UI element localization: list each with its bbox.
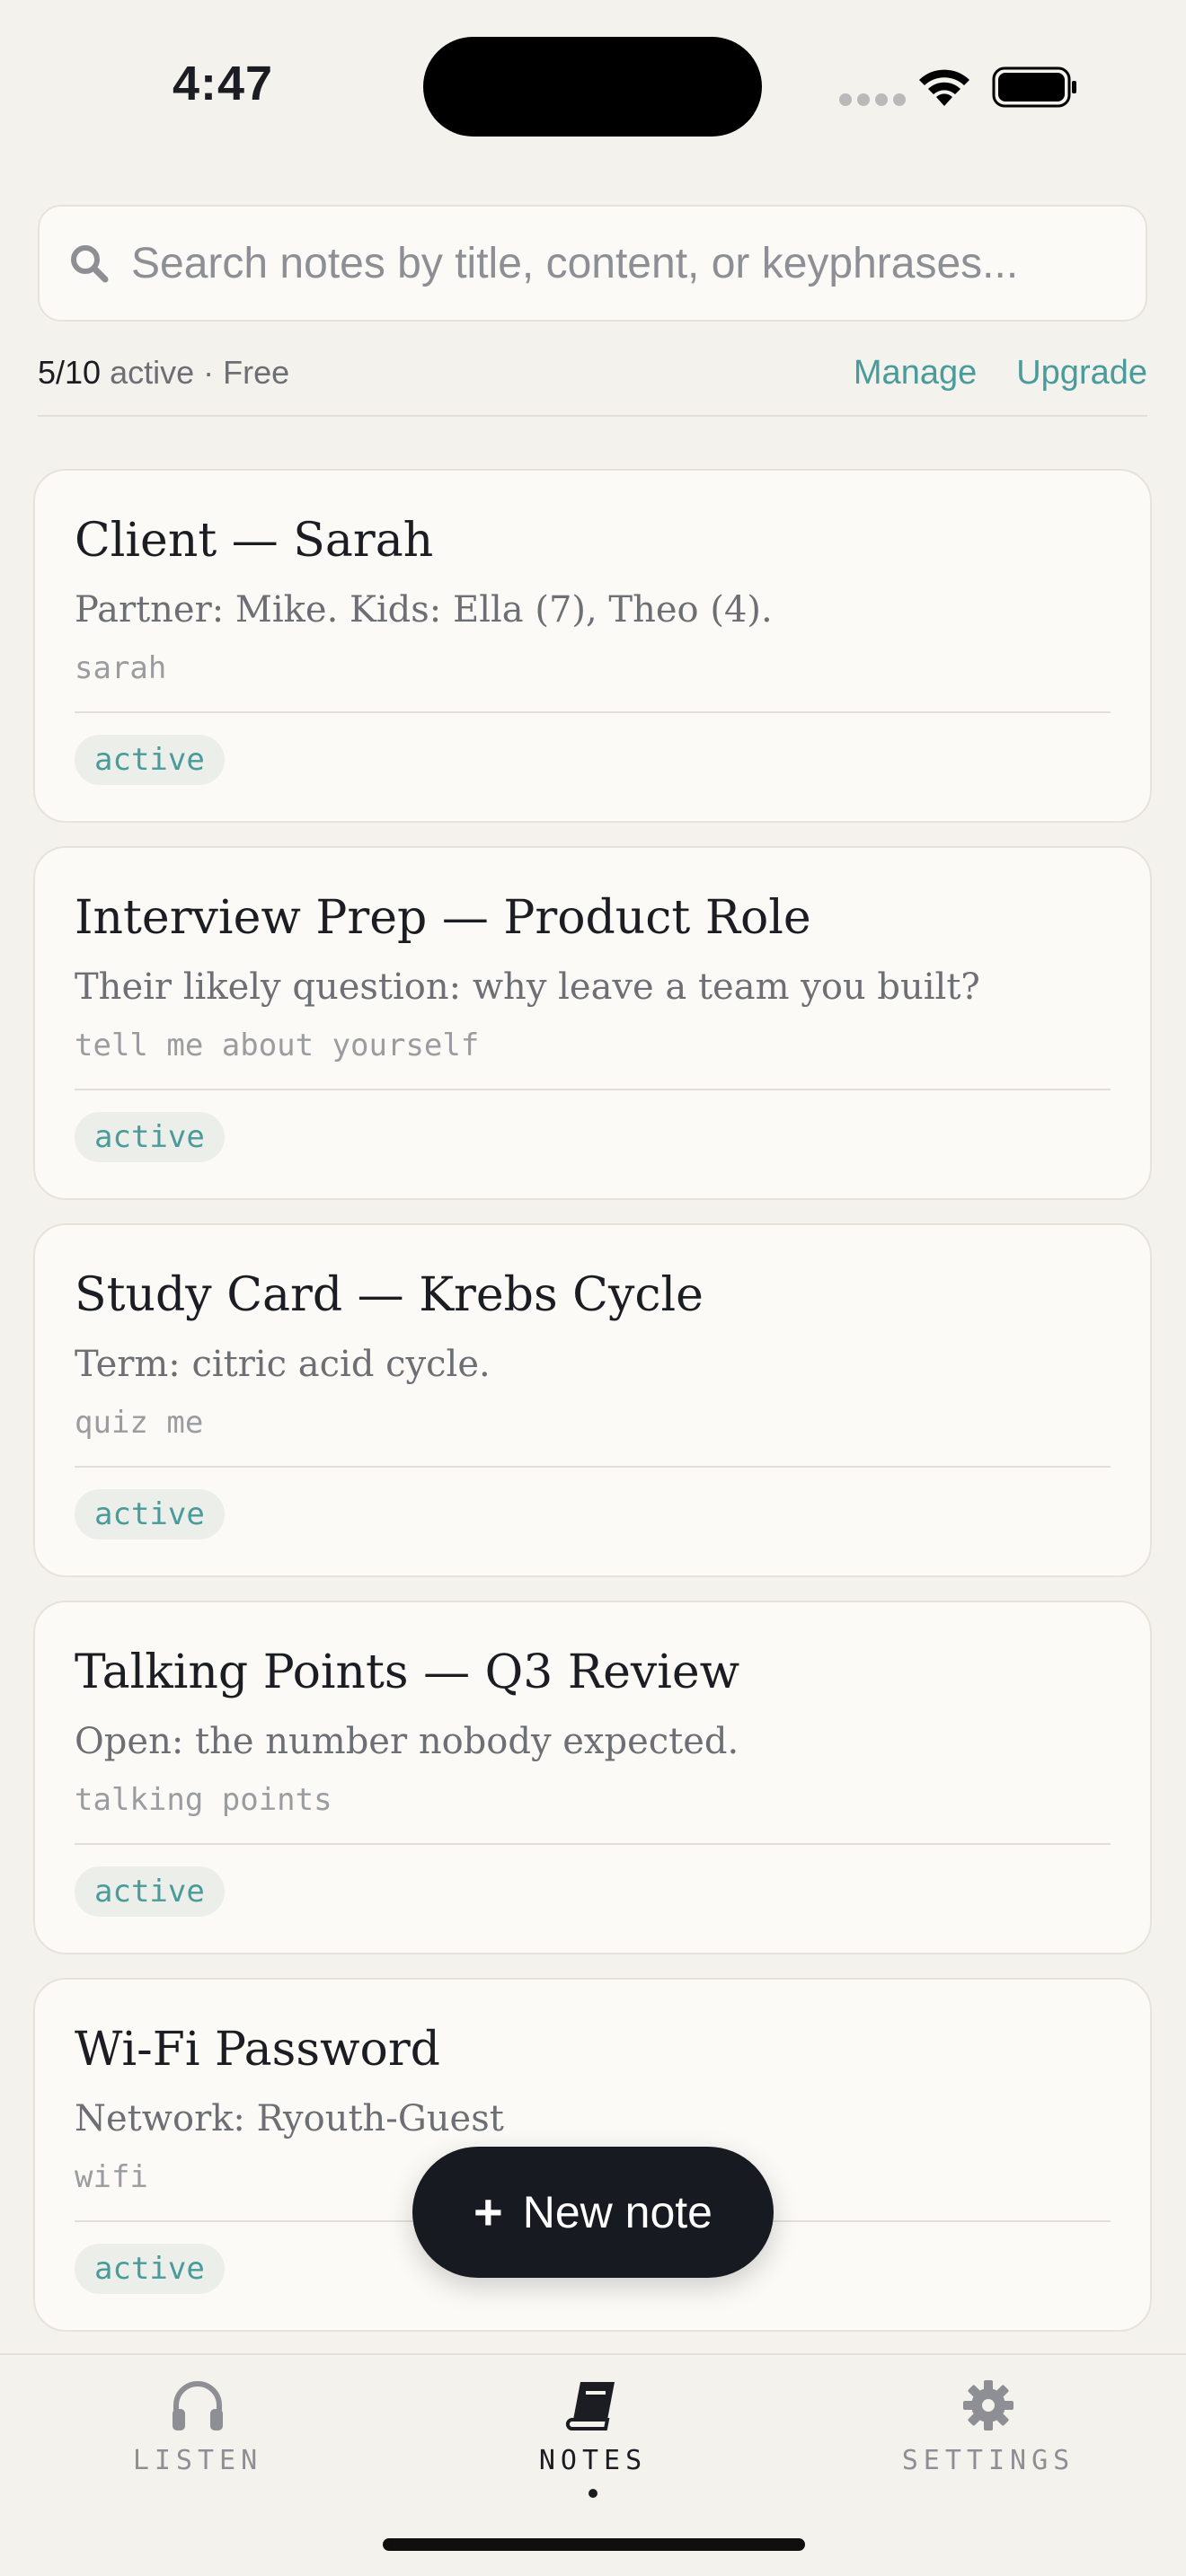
cellular-signal-icon [839,93,906,106]
home-indicator[interactable] [383,2538,805,2551]
tab-settings[interactable]: SETTINGS [854,2378,1123,2476]
book-icon [565,2382,615,2430]
card-divider [75,1843,1111,1845]
status-badge: active [75,1489,225,1539]
notes-list: Client — Sarah Partner: Mike. Kids: Ella… [33,469,1152,2355]
note-body: Partner: Mike. Kids: Ella (7), Theo (4). [75,589,773,631]
note-card[interactable]: Study Card — Krebs Cycle Term: citric ac… [33,1223,1152,1577]
note-title: Study Card — Krebs Cycle [75,1268,704,1322]
note-body: Term: citric acid cycle. [75,1344,491,1385]
tab-label: NOTES [538,2445,648,2476]
plus-icon: + [474,2183,503,2240]
status-time: 4:47 [173,57,274,110]
note-card[interactable]: Client — Sarah Partner: Mike. Kids: Ella… [33,469,1152,823]
note-title: Wi-Fi Password [75,2023,440,2077]
note-keyphrase: quiz me [75,1405,204,1441]
notes-meta-row: 5/10 active · Free Manage Upgrade [38,350,1147,395]
card-divider [75,1466,1111,1468]
tab-listen[interactable]: LISTEN [63,2378,332,2476]
battery-icon [992,66,1076,108]
note-body: Network: Ryouth-Guest [75,2098,504,2139]
card-divider [75,1089,1111,1090]
tab-label: SETTINGS [901,2445,1075,2476]
status-badge: active [75,1866,225,1917]
note-title: Interview Prep — Product Role [75,891,811,945]
manage-link[interactable]: Manage [854,354,977,393]
tab-notes[interactable]: NOTES [458,2378,728,2498]
status-badge: active [75,735,225,785]
gear-icon [963,2380,1013,2430]
upgrade-link[interactable]: Upgrade [1016,354,1147,393]
search-input[interactable] [131,238,1128,288]
note-keyphrase: talking points [75,1782,332,1818]
tab-label: LISTEN [132,2445,263,2476]
dynamic-island [423,37,762,137]
card-divider [75,711,1111,713]
note-title: Client — Sarah [75,514,434,568]
new-note-button[interactable]: + New note [412,2147,774,2278]
plan-status: active · Free [110,354,290,391]
status-badge: active [75,2244,225,2294]
note-card[interactable]: Interview Prep — Product Role Their like… [33,846,1152,1200]
divider [38,415,1147,417]
status-badge: active [75,1112,225,1162]
new-note-label: New note [522,2187,712,2237]
note-body: Open: the number nobody expected. [75,1721,739,1762]
headphones-icon [173,2381,223,2430]
active-count: 5/10 [38,354,102,391]
note-title: Talking Points — Q3 Review [75,1645,740,1699]
wifi-icon [919,69,969,106]
search-bar[interactable] [38,205,1147,322]
note-keyphrase: tell me about yourself [75,1028,480,1063]
note-keyphrase: sarah [75,650,167,686]
note-body: Their likely question: why leave a team … [75,966,980,1008]
search-icon [71,245,109,283]
active-tab-indicator [589,2489,597,2498]
note-card[interactable]: Talking Points — Q3 Review Open: the num… [33,1601,1152,1954]
